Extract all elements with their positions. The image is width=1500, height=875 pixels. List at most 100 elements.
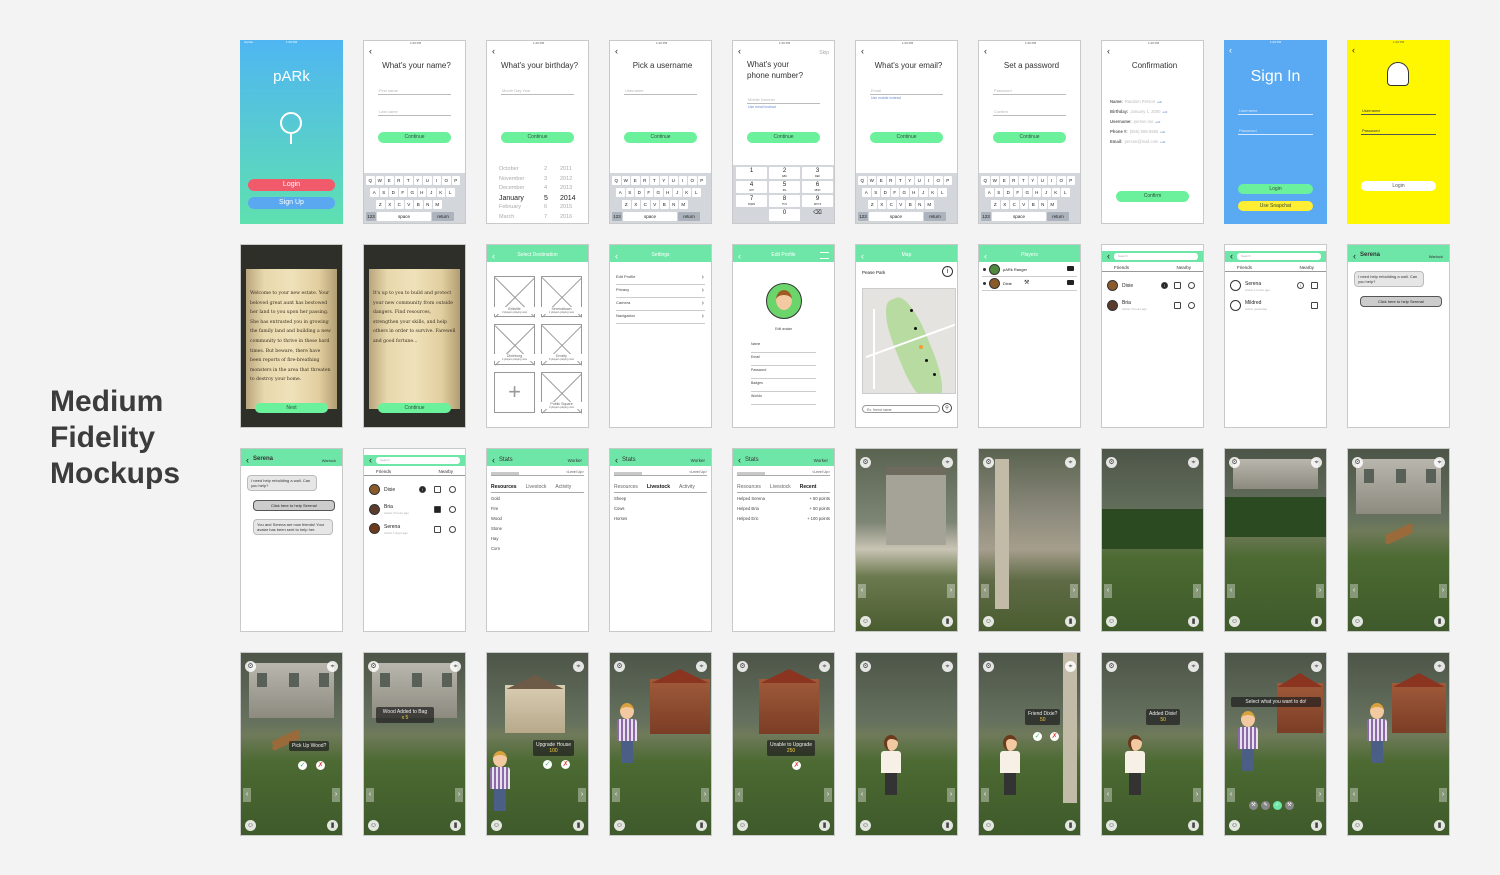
friends-icon[interactable]: ☺ <box>1229 616 1240 627</box>
info-icon[interactable]: ! <box>419 486 426 493</box>
back-icon[interactable]: ‹ <box>492 252 495 261</box>
key[interactable]: P <box>943 176 952 185</box>
tab-livestock[interactable]: Livestock <box>770 484 791 490</box>
info-icon[interactable]: ! <box>1161 282 1168 289</box>
next-arrow[interactable]: › <box>1316 584 1324 598</box>
nearby-tab[interactable]: Nearby <box>1299 265 1314 270</box>
key[interactable]: T <box>404 176 413 185</box>
space-key[interactable]: space <box>869 212 923 221</box>
number-key[interactable]: 0 <box>769 209 800 221</box>
chat-icon[interactable] <box>1311 302 1318 309</box>
picker-option[interactable]: October <box>499 165 524 175</box>
next-arrow[interactable]: › <box>1070 584 1078 598</box>
back-icon[interactable]: ‹ <box>1229 46 1232 55</box>
accept-icon[interactable]: ✓ <box>298 761 307 770</box>
key[interactable]: B <box>906 200 915 209</box>
picker-option[interactable]: 2 <box>544 165 548 175</box>
skip-link[interactable]: Skip <box>819 50 829 56</box>
password-field[interactable]: Password <box>994 88 1012 93</box>
key[interactable]: R <box>640 176 649 185</box>
friends-icon[interactable]: ☺ <box>245 820 256 831</box>
worlds-field[interactable]: Worlds <box>751 394 816 405</box>
stats-icon[interactable]: ▮ <box>942 616 953 627</box>
number-key[interactable]: 7 PQRS <box>736 195 767 207</box>
space-key[interactable]: space <box>377 212 431 221</box>
search-input[interactable]: Search <box>1114 253 1198 260</box>
stats-icon[interactable]: ▮ <box>942 820 953 831</box>
number-key[interactable]: 4 GHI <box>736 181 767 193</box>
space-key[interactable]: space <box>992 212 1046 221</box>
location-icon[interactable]: ⌖ <box>942 661 953 672</box>
gear-icon[interactable]: ⚙ <box>983 457 994 468</box>
key[interactable]: H <box>663 188 672 197</box>
tab-livestock[interactable]: Livestock <box>647 484 670 490</box>
help-serena-button[interactable]: Click here to help Serena! <box>1360 296 1442 307</box>
date-picker[interactable]: October November December January February Ma… <box>493 165 582 220</box>
key[interactable]: F <box>890 188 899 197</box>
last-name-field[interactable]: Last name <box>379 109 398 114</box>
key[interactable]: P <box>451 176 460 185</box>
prev-arrow[interactable]: ‹ <box>735 788 743 802</box>
location-icon[interactable]: ⌖ <box>1434 661 1445 672</box>
picker-option[interactable]: December <box>499 184 524 194</box>
first-name-field[interactable]: First name <box>379 88 398 93</box>
username-field[interactable]: Username <box>1362 108 1380 113</box>
globe-icon[interactable] <box>449 486 456 493</box>
key[interactable]: P <box>1066 176 1075 185</box>
key[interactable]: K <box>1051 188 1060 197</box>
key[interactable]: A <box>616 188 625 197</box>
key[interactable]: M <box>433 200 442 209</box>
map-marker[interactable] <box>910 309 913 312</box>
key[interactable]: Q <box>366 176 375 185</box>
key[interactable]: N <box>915 200 924 209</box>
return-key[interactable]: return <box>678 212 700 221</box>
use-mobile-link[interactable]: Use mobile instead <box>871 96 901 100</box>
return-key[interactable]: return <box>432 212 454 221</box>
key[interactable]: H <box>1032 188 1041 197</box>
chat-icon[interactable] <box>1174 282 1181 289</box>
picker-option[interactable]: 7 <box>544 213 548 223</box>
key[interactable]: V <box>1019 200 1028 209</box>
prev-arrow[interactable]: ‹ <box>1227 584 1235 598</box>
continue-button[interactable]: Continue <box>993 132 1066 143</box>
gear-icon[interactable]: ⚙ <box>1106 661 1117 672</box>
key[interactable]: B <box>1029 200 1038 209</box>
key[interactable]: N <box>669 200 678 209</box>
gear-icon[interactable]: ⚙ <box>1106 457 1117 468</box>
key[interactable]: H <box>909 188 918 197</box>
back-icon[interactable]: ‹ <box>369 456 372 465</box>
back-icon[interactable]: ‹ <box>861 252 864 261</box>
decline-icon[interactable]: ✗ <box>316 761 325 770</box>
key[interactable]: F <box>1013 188 1022 197</box>
key[interactable]: S <box>625 188 634 197</box>
key[interactable]: X <box>385 200 394 209</box>
prev-arrow[interactable]: ‹ <box>1350 788 1358 802</box>
return-key[interactable]: return <box>924 212 946 221</box>
friends-tab[interactable]: Friends <box>1114 265 1129 270</box>
num-key[interactable]: 123 <box>858 212 868 221</box>
gear-icon[interactable]: ⚙ <box>1352 457 1363 468</box>
back-icon[interactable]: ‹ <box>861 47 864 56</box>
stats-icon[interactable]: ▮ <box>327 820 338 831</box>
stats-icon[interactable]: ▮ <box>1311 820 1322 831</box>
key[interactable]: A <box>985 188 994 197</box>
gear-icon[interactable]: ⚙ <box>368 661 379 672</box>
tool-icon[interactable]: ⚒ <box>1249 801 1258 810</box>
location-icon[interactable]: ⌖ <box>1311 661 1322 672</box>
name-field[interactable]: Name <box>751 342 816 353</box>
login-button[interactable]: Login <box>1361 181 1436 191</box>
picker-option[interactable]: March <box>499 213 524 223</box>
nearby-tab[interactable]: Nearby <box>1176 265 1191 270</box>
key[interactable]: H <box>417 188 426 197</box>
key[interactable]: B <box>414 200 423 209</box>
prev-arrow[interactable]: ‹ <box>1350 584 1358 598</box>
key[interactable]: E <box>1000 176 1009 185</box>
back-icon[interactable]: ‹ <box>1230 252 1233 261</box>
key[interactable]: U <box>669 176 678 185</box>
key[interactable]: P <box>697 176 706 185</box>
tool-icon[interactable]: ✓ <box>1273 801 1282 810</box>
key[interactable]: M <box>679 200 688 209</box>
friends-icon[interactable]: ☺ <box>860 820 871 831</box>
key[interactable]: V <box>404 200 413 209</box>
key[interactable]: N <box>423 200 432 209</box>
